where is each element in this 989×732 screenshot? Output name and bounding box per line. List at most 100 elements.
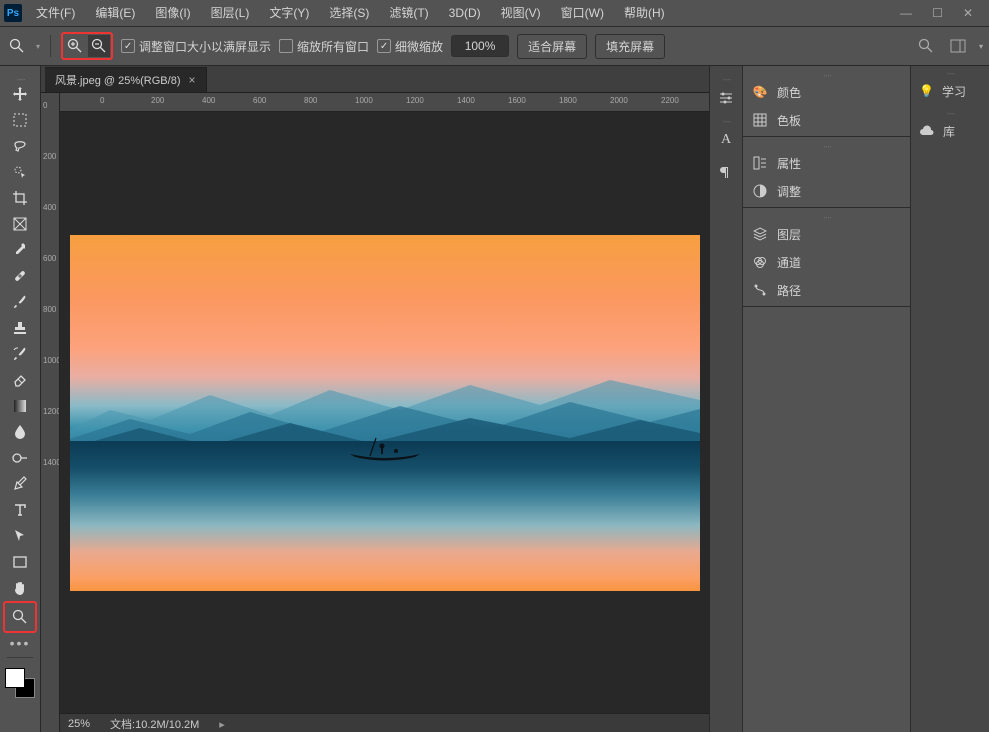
document-tab-bar: 风景.jpeg @ 25%(RGB/8) ×	[41, 66, 709, 93]
panel-color[interactable]: 🎨颜色	[743, 78, 910, 106]
menu-image[interactable]: 图像(I)	[145, 0, 200, 26]
frame-tool[interactable]	[6, 211, 34, 237]
hand-tool[interactable]	[6, 575, 34, 601]
panel-learn[interactable]: 💡学习	[911, 76, 989, 106]
paragraph-panel-icon[interactable]	[712, 156, 740, 188]
pen-tool[interactable]	[6, 471, 34, 497]
ruler-horizontal[interactable]: 0200400600800100012001400160018002000220…	[60, 93, 709, 112]
zoom-out-button[interactable]	[88, 35, 110, 57]
active-tool-icon[interactable]	[6, 35, 28, 57]
canvas[interactable]	[60, 112, 709, 713]
tool-separator	[7, 657, 33, 658]
menu-view[interactable]: 视图(V)	[491, 0, 551, 26]
healing-tool[interactable]	[6, 263, 34, 289]
panel-grip[interactable]: ᠁	[743, 210, 910, 220]
slider-panel-icon[interactable]	[712, 82, 740, 114]
type-tool[interactable]	[6, 497, 34, 523]
menu-window[interactable]: 窗口(W)	[551, 0, 614, 26]
eyedropper-tool[interactable]	[6, 237, 34, 263]
panel-grip[interactable]: ᠁	[911, 106, 989, 116]
fit-screen-button[interactable]: 适合屏幕	[517, 34, 587, 59]
path-select-tool[interactable]	[6, 523, 34, 549]
status-flyout-icon[interactable]: ▸	[219, 718, 225, 731]
panel-paths[interactable]: 路径	[743, 276, 910, 304]
right-dock: ᠁ ᠁ A ᠁ 🎨颜色 色板 ᠁ 属性 调整 ᠁ 图层 通道 路径	[709, 66, 910, 732]
panel-grip[interactable]: ᠁	[721, 72, 730, 82]
panel-grip[interactable]: ᠁	[743, 139, 910, 149]
panel-grip[interactable]: ᠁	[743, 68, 910, 78]
ruler-wrap: 0200400600800100012001400 02004006008001…	[41, 93, 709, 732]
eraser-tool[interactable]	[6, 367, 34, 393]
panel-libraries[interactable]: 库	[911, 116, 989, 146]
panel-layers[interactable]: 图层	[743, 220, 910, 248]
minimize-button[interactable]: —	[900, 6, 912, 20]
zoom-100-button[interactable]: 100%	[451, 35, 509, 57]
adjustments-icon	[751, 184, 769, 198]
menu-type[interactable]: 文字(Y)	[259, 0, 319, 26]
workspace-dropdown-icon[interactable]: ▾	[979, 42, 983, 51]
panel-group-layers: ᠁ 图层 通道 路径	[743, 208, 910, 307]
status-bar: 25% 文档:10.2M/10.2M ▸	[60, 713, 709, 732]
panel-swatches[interactable]: 色板	[743, 106, 910, 134]
menu-3d[interactable]: 3D(D)	[439, 0, 491, 26]
history-brush-tool[interactable]	[6, 341, 34, 367]
zoom-mode-highlight	[61, 32, 113, 60]
menu-select[interactable]: 选择(S)	[319, 0, 379, 26]
canvas-column: 0200400600800100012001400160018002000220…	[60, 93, 709, 732]
tool-strip: ᠁ •••	[0, 66, 41, 732]
far-right-panel: ᠁ 💡学习 ᠁ 库	[910, 66, 989, 732]
document-tab[interactable]: 风景.jpeg @ 25%(RGB/8) ×	[45, 67, 207, 92]
scrubby-zoom-checkbox[interactable]: 细微缩放	[377, 38, 443, 55]
status-doc-size[interactable]: 文档:10.2M/10.2M	[110, 716, 199, 732]
menu-layer[interactable]: 图层(L)	[201, 0, 260, 26]
menu-filter[interactable]: 滤镜(T)	[379, 0, 438, 26]
color-swatches[interactable]	[5, 668, 35, 698]
close-button[interactable]: ✕	[963, 6, 973, 20]
menu-edit[interactable]: 编辑(E)	[85, 0, 145, 26]
foreground-color[interactable]	[5, 668, 25, 688]
all-windows-checkbox[interactable]: 缩放所有窗口	[279, 38, 369, 55]
document-area: 风景.jpeg @ 25%(RGB/8) × 02004006008001000…	[41, 66, 709, 732]
options-bar: ▾ 调整窗口大小以满屏显示 缩放所有窗口 细微缩放 100% 适合屏幕 填充屏幕…	[0, 27, 989, 66]
brush-tool[interactable]	[6, 289, 34, 315]
tab-close-icon[interactable]: ×	[189, 73, 196, 87]
options-right: ▾	[915, 35, 983, 57]
menu-file[interactable]: 文件(F)	[26, 0, 85, 26]
panel-grip[interactable]: ᠁	[721, 114, 730, 124]
palette-icon: 🎨	[751, 85, 769, 99]
stamp-tool[interactable]	[6, 315, 34, 341]
dodge-tool[interactable]	[6, 445, 34, 471]
menu-help[interactable]: 帮助(H)	[614, 0, 675, 26]
document-tab-title: 风景.jpeg @ 25%(RGB/8)	[55, 72, 181, 88]
search-icon[interactable]	[915, 35, 937, 57]
lasso-tool[interactable]	[6, 133, 34, 159]
marquee-tool[interactable]	[6, 107, 34, 133]
panel-channels[interactable]: 通道	[743, 248, 910, 276]
panel-grip[interactable]: ᠁	[911, 66, 989, 76]
zoom-in-button[interactable]	[64, 35, 86, 57]
ruler-vertical[interactable]: 0200400600800100012001400	[41, 93, 60, 732]
zoom-tool[interactable]	[3, 601, 37, 633]
crop-tool[interactable]	[6, 185, 34, 211]
edit-toolbar-button[interactable]: •••	[6, 633, 34, 653]
maximize-button[interactable]: ☐	[932, 6, 943, 20]
menu-bar: Ps 文件(F) 编辑(E) 图像(I) 图层(L) 文字(Y) 选择(S) 滤…	[0, 0, 989, 27]
character-panel-icon[interactable]: A	[712, 124, 740, 156]
app-logo: Ps	[0, 0, 26, 26]
quick-select-tool[interactable]	[6, 159, 34, 185]
blur-tool[interactable]	[6, 419, 34, 445]
gradient-tool[interactable]	[6, 393, 34, 419]
fill-screen-button[interactable]: 填充屏幕	[595, 34, 665, 59]
panel-properties[interactable]: 属性	[743, 149, 910, 177]
panel-group-color: ᠁ 🎨颜色 色板	[743, 66, 910, 137]
collapsed-panel-column: ᠁ ᠁ A	[710, 66, 743, 732]
workspace-icon[interactable]	[947, 35, 969, 57]
resize-window-checkbox[interactable]: 调整窗口大小以满屏显示	[121, 38, 271, 55]
move-tool[interactable]	[6, 81, 34, 107]
canvas-image	[70, 235, 700, 591]
panel-adjustments[interactable]: 调整	[743, 177, 910, 205]
status-zoom[interactable]: 25%	[68, 718, 90, 730]
paths-icon	[751, 283, 769, 297]
tool-dropdown-icon[interactable]: ▾	[36, 42, 40, 51]
rectangle-tool[interactable]	[6, 549, 34, 575]
